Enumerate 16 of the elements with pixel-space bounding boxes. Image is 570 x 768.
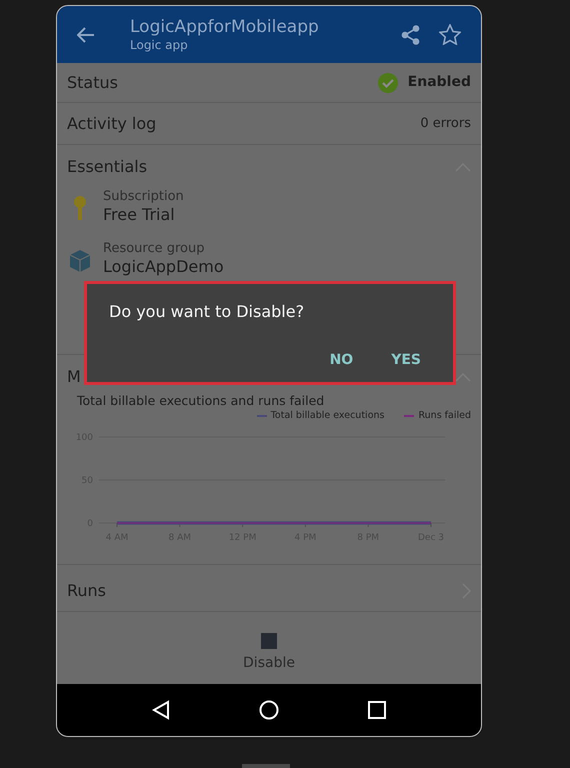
field-value: LogicAppDemo [103,257,224,277]
section-title: M [67,366,81,388]
chart-title: Total billable executions and runs failed [77,393,326,409]
legend-label: Runs failed [418,409,471,423]
legend-label: Total billable executions [270,409,384,423]
app-subtitle: Logic app [130,36,189,52]
field-label: Subscription [103,189,184,205]
error-count: 0 errors [420,114,471,133]
section-title: Essentials [67,156,148,178]
status-value: Enabled [408,73,471,92]
activity-log-label: Activity log [67,112,156,134]
app-title: LogicAppforMobileapp [130,16,320,36]
dialog-message: Do you want to Disable? [109,301,306,323]
status-label: Status [67,72,118,94]
field-label: Resource group [103,241,206,257]
field-value: Free Trial [103,205,176,225]
